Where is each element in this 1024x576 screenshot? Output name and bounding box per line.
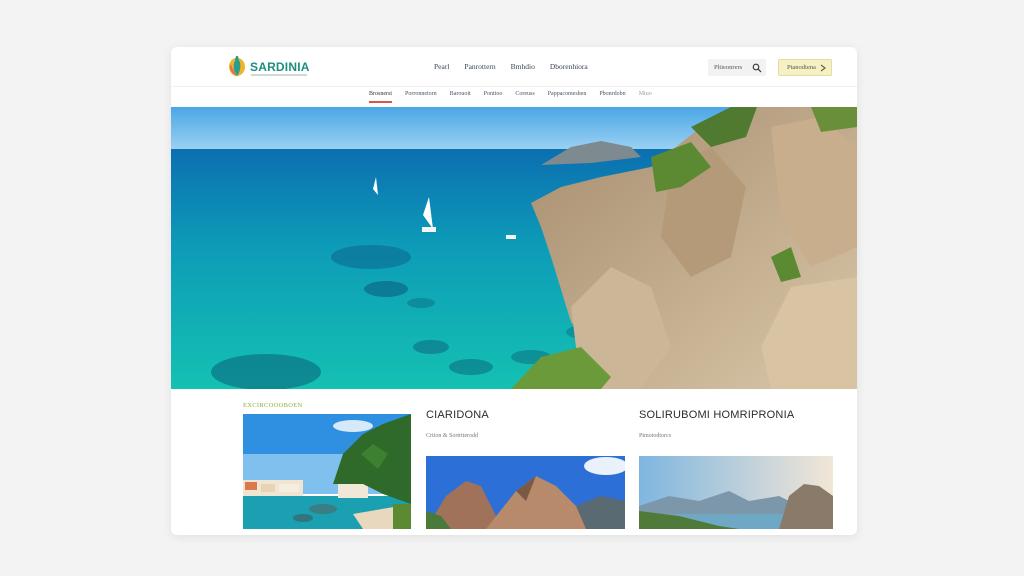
top-header: SARDINIA Pearl Panrottern Bmhdio Dborenh…	[171, 47, 857, 87]
nav-item[interactable]: Panrottern	[464, 62, 495, 71]
search-icon[interactable]	[752, 63, 762, 73]
subnav-item[interactable]: Ponttoo	[484, 91, 503, 103]
nav-item[interactable]: Bmhdio	[511, 62, 535, 71]
card-title[interactable]: SOLIRUBOMI HOMRIPRONIA	[639, 409, 794, 421]
hero-image-coastline	[171, 107, 857, 389]
browser-window: SARDINIA Pearl Panrottern Bmhdio Dborenh…	[171, 47, 857, 535]
search-box[interactable]: Pltieonrers	[708, 59, 766, 76]
cta-label: Ptanodiena	[787, 64, 816, 71]
subnav-item[interactable]: Barouoit	[450, 91, 471, 103]
section-label: EXCIRCOOOBOEN	[243, 402, 303, 409]
card-title[interactable]: CIARIDONA	[426, 409, 489, 421]
arrow-icon	[820, 64, 826, 71]
card-image-rocky-peaks[interactable]	[426, 456, 625, 529]
coastal-view-illustration	[639, 456, 833, 529]
card-subtitle: Crtion & Sortrtterodd	[426, 433, 478, 439]
nav-item[interactable]: Dborenhiora	[550, 62, 588, 71]
main-nav: Pearl Panrottern Bmhdio Dborenhiora	[434, 62, 603, 71]
sub-nav: Brosnerst Porronnetorn Barouoit Ponttoo …	[369, 91, 665, 103]
cta-button[interactable]: Ptanodiena	[778, 59, 832, 76]
subnav-item[interactable]: Pbonrdobn	[599, 91, 625, 103]
rocky-peaks-illustration	[426, 456, 625, 529]
sardinia-logo-icon	[229, 56, 245, 76]
nav-item[interactable]: Pearl	[434, 62, 449, 71]
card-subtitle: Ptmotodtorcs	[639, 433, 672, 439]
subnav-item[interactable]: Coreuss	[515, 91, 534, 103]
logo-text: SARDINIA	[250, 60, 310, 74]
card-image-coastal-view[interactable]	[639, 456, 833, 529]
search-input[interactable]: Pltieonrers	[714, 64, 752, 71]
subnav-item-active[interactable]: Brosnerst	[369, 91, 392, 103]
subnav-item[interactable]: Mtuo	[639, 91, 652, 103]
logo-tagline	[251, 74, 307, 76]
subnav-item[interactable]: Pappacomeshen	[548, 91, 587, 103]
subnav-item[interactable]: Porronnetorn	[405, 91, 437, 103]
card-image-seaside-village[interactable]	[243, 414, 411, 529]
seaside-village-illustration	[243, 414, 411, 529]
